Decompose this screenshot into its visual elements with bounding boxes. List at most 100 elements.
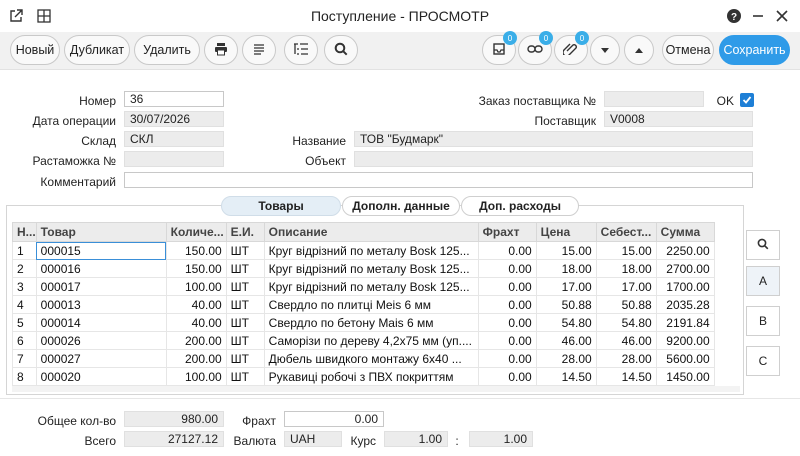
table-row[interactable]: 3 000017 100.00 ШТ Круг відрізний по металу … xyxy=(12,277,715,296)
table-cell[interactable]: 0.00 xyxy=(477,331,537,350)
table-cell[interactable]: Дюбель швидкого монтажу 6x40 ... xyxy=(263,349,479,368)
table-cell[interactable]: 150.00 xyxy=(165,241,227,260)
comment-field[interactable] xyxy=(124,172,753,188)
table-cell[interactable]: ШТ xyxy=(225,313,265,332)
table-cell[interactable]: 000020 xyxy=(35,367,167,386)
table-cell[interactable]: 2250.00 xyxy=(655,241,715,260)
table-cell[interactable]: 1700.00 xyxy=(655,277,715,296)
table-cell[interactable]: 000013 xyxy=(35,295,167,314)
table-cell[interactable]: 14.50 xyxy=(535,367,597,386)
table-cell[interactable]: 000026 xyxy=(35,331,167,350)
details-button[interactable] xyxy=(242,35,276,65)
table-cell[interactable]: 15.00 xyxy=(595,241,657,260)
table-cell[interactable]: 18.00 xyxy=(595,259,657,278)
table-cell[interactable]: 14.50 xyxy=(595,367,657,386)
view-c-button[interactable]: C xyxy=(746,346,780,376)
table-cell[interactable]: 28.00 xyxy=(535,349,597,368)
table-cell[interactable]: ШТ xyxy=(225,241,265,260)
tab-additional-data[interactable]: Дополн. данные xyxy=(342,196,460,216)
table-cell[interactable]: 1450.00 xyxy=(655,367,715,386)
close-icon[interactable] xyxy=(772,6,792,26)
table-row[interactable]: 5 000014 40.00 ШТ Свердло по бетону Mais 6 м… xyxy=(12,313,715,332)
supplier-order-field[interactable] xyxy=(604,91,704,107)
table-cell[interactable]: 000014 xyxy=(35,313,167,332)
table-cell[interactable]: 3 xyxy=(12,277,37,296)
table-row[interactable]: 1 000015 150.00 ШТ Круг відрізний по металу … xyxy=(12,241,715,260)
table-cell[interactable]: 0.00 xyxy=(477,349,537,368)
delete-button[interactable]: Удалить xyxy=(134,35,200,65)
tab-goods[interactable]: Товары xyxy=(221,196,341,216)
table-cell[interactable]: 000015 xyxy=(35,241,167,260)
table-cell[interactable]: 200.00 xyxy=(165,331,227,350)
table-row[interactable]: 2 000016 150.00 ШТ Круг відрізний по металу … xyxy=(12,259,715,278)
table-cell[interactable]: 000016 xyxy=(35,259,167,278)
table-cell[interactable]: 0.00 xyxy=(477,277,537,296)
table-row[interactable]: 7 000027 200.00 ШТ Дюбель швидкого монтажу 6… xyxy=(12,349,715,368)
move-down-button[interactable] xyxy=(590,35,620,65)
customs-field[interactable] xyxy=(124,151,224,167)
table-cell[interactable]: 17.00 xyxy=(535,277,597,296)
table-cell[interactable]: 000017 xyxy=(35,277,167,296)
table-cell[interactable]: 5 xyxy=(12,313,37,332)
help-icon[interactable]: ? xyxy=(724,6,744,26)
table-cell[interactable]: ШТ xyxy=(225,295,265,314)
table-cell[interactable]: 50.88 xyxy=(595,295,657,314)
table-cell[interactable]: ШТ xyxy=(225,367,265,386)
ok-checkbox[interactable] xyxy=(740,93,754,107)
table-cell[interactable]: 4 xyxy=(12,295,37,314)
grid-search-button[interactable] xyxy=(746,230,780,260)
column-header[interactable]: Сумма xyxy=(655,222,715,242)
table-cell[interactable]: 0.00 xyxy=(477,295,537,314)
table-cell[interactable]: 0.00 xyxy=(477,313,537,332)
search-button[interactable] xyxy=(324,35,358,65)
view-b-button[interactable]: B xyxy=(746,306,780,336)
horizontal-scrollbar[interactable] xyxy=(12,386,740,392)
duplicate-button[interactable]: Дубликат xyxy=(64,35,130,65)
move-up-button[interactable] xyxy=(624,35,654,65)
attachment-button[interactable]: 0 xyxy=(554,31,589,65)
table-cell[interactable]: 50.88 xyxy=(535,295,597,314)
table-cell[interactable]: 54.80 xyxy=(595,313,657,332)
table-cell[interactable]: 100.00 xyxy=(165,277,227,296)
cancel-button[interactable]: Отмена xyxy=(662,35,714,65)
table-cell[interactable]: 46.00 xyxy=(535,331,597,350)
table-cell[interactable]: 2 xyxy=(12,259,37,278)
column-header[interactable]: Товар xyxy=(35,222,167,242)
table-cell[interactable]: 2700.00 xyxy=(655,259,715,278)
table-cell[interactable]: 15.00 xyxy=(535,241,597,260)
column-header[interactable]: Количе... xyxy=(165,222,227,242)
table-cell[interactable]: 150.00 xyxy=(165,259,227,278)
table-cell[interactable]: 9200.00 xyxy=(655,331,715,350)
table-cell[interactable]: Саморізи по дереву 4,2x75 мм (уп.... xyxy=(263,331,479,350)
table-cell[interactable]: 54.80 xyxy=(535,313,597,332)
table-cell[interactable]: Круг відрізний по металу Bosk 125... xyxy=(263,277,479,296)
minimize-icon[interactable] xyxy=(748,6,768,26)
table-cell[interactable]: 100.00 xyxy=(165,367,227,386)
save-button[interactable]: Сохранить xyxy=(719,35,790,65)
table-row[interactable]: 4 000013 40.00 ШТ Свердло по плитці Meis 6 м… xyxy=(12,295,715,314)
table-cell[interactable]: Круг відрізний по металу Bosk 125... xyxy=(263,241,479,260)
table-cell[interactable]: 17.00 xyxy=(595,277,657,296)
new-button[interactable]: Новый xyxy=(10,35,60,65)
table-row[interactable]: 6 000026 200.00 ШТ Саморізи по дереву 4,2x75… xyxy=(12,331,715,350)
rate-field[interactable]: 1.00 xyxy=(384,431,448,447)
column-header[interactable]: Описание xyxy=(263,222,479,242)
table-cell[interactable]: Рукавиці робочі з ПВХ покриттям xyxy=(263,367,479,386)
table-cell[interactable]: Круг відрізний по металу Bosk 125... xyxy=(263,259,479,278)
table-cell[interactable]: 18.00 xyxy=(535,259,597,278)
table-cell[interactable]: ШТ xyxy=(225,349,265,368)
inbox-button[interactable]: 0 xyxy=(482,31,517,65)
table-row[interactable]: 8 000020 100.00 ШТ Рукавиці робочі з ПВХ пок… xyxy=(12,367,715,386)
table-cell[interactable]: 40.00 xyxy=(165,295,227,314)
freight-field[interactable]: 0.00 xyxy=(284,411,384,427)
table-cell[interactable]: 000027 xyxy=(35,349,167,368)
view-a-button[interactable]: A xyxy=(746,266,780,296)
column-header[interactable]: Е.И. xyxy=(225,222,265,242)
table-cell[interactable]: 5600.00 xyxy=(655,349,715,368)
name-field[interactable]: ТОВ "Будмарк" xyxy=(354,131,753,147)
table-cell[interactable]: 2191.84 xyxy=(655,313,715,332)
column-header[interactable]: Н... xyxy=(12,222,37,242)
table-cell[interactable]: ШТ xyxy=(225,259,265,278)
table-cell[interactable]: 8 xyxy=(12,367,37,386)
rate-field-2[interactable]: 1.00 xyxy=(469,431,533,447)
